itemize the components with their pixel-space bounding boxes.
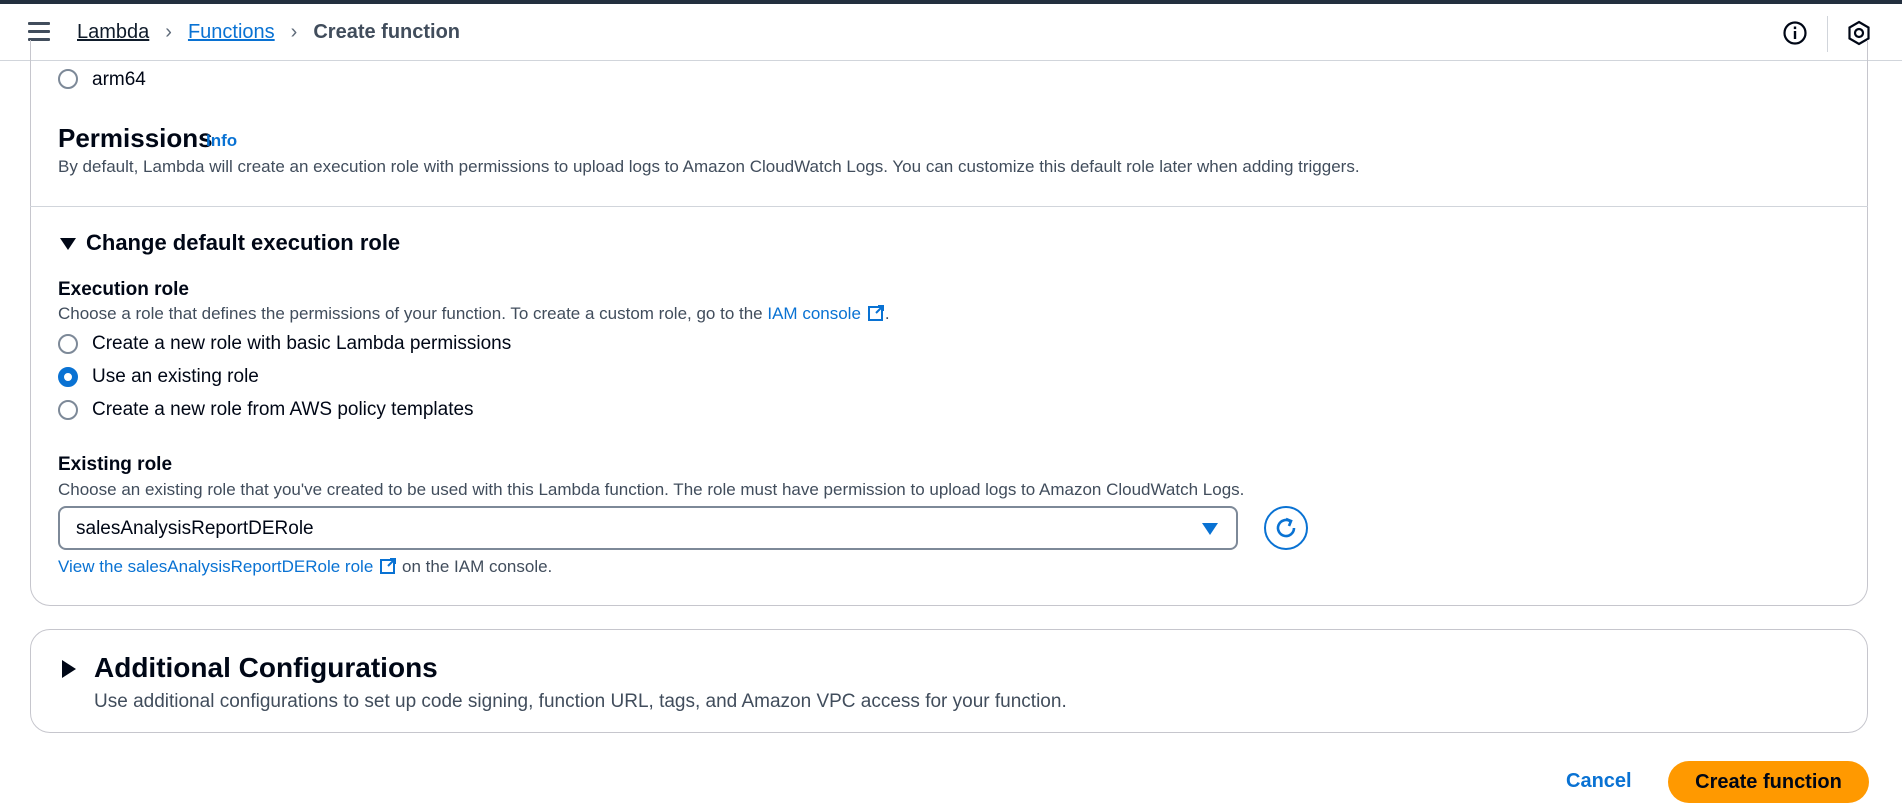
- execution-role-label: Execution role: [58, 279, 189, 300]
- create-basic-role-label[interactable]: Create a new role with basic Lambda perm…: [92, 333, 511, 355]
- architecture-arm64-label: arm64: [92, 69, 146, 90]
- create-function-button[interactable]: Create function: [1668, 761, 1869, 803]
- policy-template-role-radio[interactable]: [58, 400, 78, 420]
- caret-down-icon: [1202, 523, 1218, 535]
- refresh-icon: [1276, 517, 1296, 538]
- view-role-line: View the salesAnalysisReportDERole role …: [58, 557, 552, 577]
- create-basic-role-radio[interactable]: [58, 334, 78, 354]
- iam-console-link[interactable]: IAM console: [767, 304, 861, 323]
- policy-template-role-label[interactable]: Create a new role from AWS policy templa…: [92, 399, 474, 421]
- change-default-execution-role-toggle[interactable]: Change default execution role: [86, 230, 400, 256]
- refresh-roles-button[interactable]: [1264, 506, 1308, 550]
- execution-role-description-text: Choose a role that defines the permissio…: [58, 304, 763, 323]
- external-link-icon: [380, 558, 397, 574]
- cancel-button[interactable]: Cancel: [1566, 770, 1632, 793]
- architecture-arm64-radio[interactable]: [58, 69, 78, 89]
- caret-down-icon[interactable]: [60, 238, 76, 250]
- additional-configurations-description: Use additional configurations to set up …: [94, 691, 1067, 712]
- section-divider: [30, 206, 1868, 207]
- caret-right-icon[interactable]: [62, 660, 76, 678]
- existing-role-description: Choose an existing role that you've crea…: [58, 480, 1245, 499]
- view-role-link[interactable]: View the salesAnalysisReportDERole role: [58, 557, 373, 576]
- execution-role-description: Choose a role that defines the permissio…: [58, 304, 890, 324]
- permissions-info-link[interactable]: Info: [206, 131, 237, 151]
- existing-role-label: Existing role: [58, 454, 173, 475]
- external-link-icon: [867, 305, 884, 321]
- existing-role-select-value: salesAnalysisReportDERole: [76, 518, 314, 539]
- view-role-suffix: on the IAM console.: [402, 557, 553, 576]
- additional-configurations-toggle[interactable]: Additional Configurations: [94, 652, 438, 684]
- use-existing-role-label[interactable]: Use an existing role: [92, 366, 259, 388]
- permissions-description: By default, Lambda will create an execut…: [58, 157, 1360, 176]
- permissions-heading: Permissions: [58, 123, 213, 153]
- description-period: .: [884, 304, 890, 323]
- hamburger-menu-icon[interactable]: [28, 22, 50, 42]
- use-existing-role-radio[interactable]: [58, 367, 78, 387]
- existing-role-select[interactable]: salesAnalysisReportDERole: [58, 506, 1238, 550]
